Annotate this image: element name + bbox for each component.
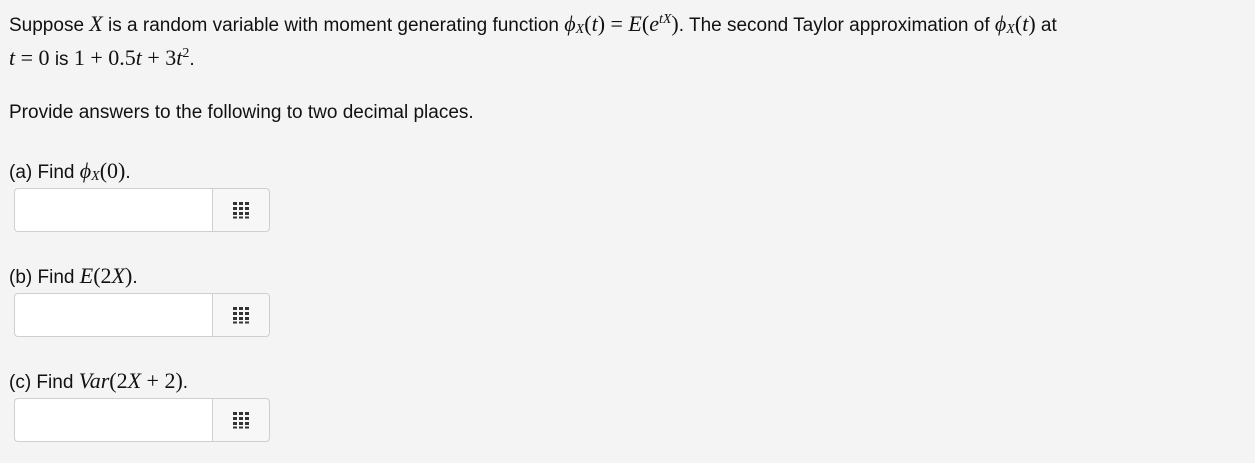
part-c-keypad-button[interactable] — [212, 398, 270, 442]
part-b-expr: E(2X) — [79, 263, 133, 288]
taylor-polynomial: 1 + 0.5t + 3t2 — [73, 45, 190, 70]
part-c-expr: Var(2X + 2) — [78, 368, 183, 393]
part-a-answer — [14, 188, 270, 232]
expansion-point: t = 0 — [9, 45, 50, 70]
part-c-label: (c) Find Var(2X + 2). — [9, 368, 189, 393]
part-a-input[interactable] — [14, 188, 212, 232]
keypad-icon — [233, 307, 249, 324]
part-a-expr: ϕX(0) — [79, 158, 126, 184]
var-x: X — [89, 11, 103, 36]
part-b-answer — [14, 293, 270, 337]
mgf-symbol: ϕX(t) — [994, 11, 1036, 37]
mgf-definition: ϕX(t) = E(etX) — [564, 11, 679, 37]
keypad-icon — [233, 202, 249, 219]
part-c-answer — [14, 398, 270, 442]
question-text: Suppose X is a random variable with mome… — [9, 11, 1057, 70]
part-b-input[interactable] — [14, 293, 212, 337]
part-b-label: (b) Find E(2X). — [9, 263, 138, 288]
part-a-keypad-button[interactable] — [212, 188, 270, 232]
part-a-label: (a) Find ϕX(0). — [9, 158, 131, 184]
part-c-input[interactable] — [14, 398, 212, 442]
part-b-keypad-button[interactable] — [212, 293, 270, 337]
instruction-text: Provide answers to the following to two … — [9, 102, 474, 123]
keypad-icon — [233, 412, 249, 429]
